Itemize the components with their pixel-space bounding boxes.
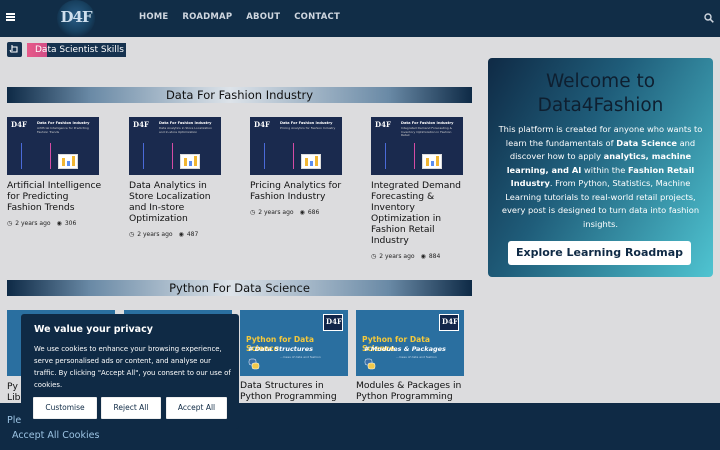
post-thumbnail[interactable]: D4F Data For Fashion Industry Artificial… xyxy=(7,117,99,175)
chart-illustration xyxy=(58,154,78,169)
cookie-bar-text: Ple xyxy=(7,415,22,426)
post-date: 2 years ago xyxy=(379,253,415,260)
post-card[interactable]: D4F Python for Data Science # Data Struc… xyxy=(240,310,348,402)
post-title[interactable]: Pricing Analytics for Fashion Industry xyxy=(250,180,345,202)
welcome-title: Welcome to Data4Fashion xyxy=(537,71,664,116)
thumb-title: Data For Fashion Industry xyxy=(280,121,333,125)
customise-button[interactable]: Customise xyxy=(33,397,97,419)
accept-all-button[interactable]: Accept All xyxy=(166,397,227,419)
post-date: 2 years ago xyxy=(137,231,173,238)
thumb-logo-box: D4F xyxy=(439,314,459,331)
clock-icon: ◷ xyxy=(7,220,13,227)
thumb-title: Data For Fashion Industry xyxy=(159,121,212,125)
post-views: 686 xyxy=(307,209,320,216)
eye-icon: ◉ xyxy=(299,209,305,216)
thumb-subtitle: # Data Structures xyxy=(248,345,314,353)
accept-all-cookies-link[interactable]: Accept All Cookies xyxy=(12,430,99,441)
post-meta: ◷ 2 years ago ◉ 686 xyxy=(250,209,345,216)
reject-all-button[interactable]: Reject All xyxy=(101,397,161,419)
top-navbar: D4F HOME ROADMAP ABOUT CONTACT xyxy=(0,0,720,37)
post-date: 2 years ago xyxy=(15,220,51,227)
post-card[interactable]: D4F Data For Fashion Industry Pricing An… xyxy=(250,117,345,216)
nav-link-contact[interactable]: CONTACT xyxy=(294,12,340,22)
people-illustration xyxy=(385,143,415,169)
logo-text: D4F xyxy=(60,8,92,26)
welcome-text-part: within the xyxy=(581,164,629,175)
section-title-fashion: Data For Fashion Industry xyxy=(7,87,472,103)
thumb-logo: D4F xyxy=(11,120,27,129)
post-card[interactable]: D4F Data For Fashion Industry Data Analy… xyxy=(129,117,224,238)
people-illustration xyxy=(264,143,294,169)
post-card[interactable]: D4F Python for Data Science # Modules & … xyxy=(356,310,464,402)
clock-icon: ◷ xyxy=(371,253,377,260)
python-logo-icon xyxy=(248,358,260,370)
explore-roadmap-button[interactable]: Explore Learning Roadmap xyxy=(508,241,691,265)
clock-icon: ◷ xyxy=(129,231,135,238)
thumb-logo: D4F xyxy=(442,317,458,326)
post-meta: ◷ 2 years ago ◉ 884 xyxy=(371,253,466,260)
consent-body: We use cookies to enhance your browsing … xyxy=(34,345,231,389)
thumb-logo: D4F xyxy=(375,120,391,129)
thumb-logo: D4F xyxy=(133,120,149,129)
thumb-logo: D4F xyxy=(326,317,342,326)
thumb-subtitle: Artificial Intelligence for Predicting F… xyxy=(37,126,89,134)
clock-icon: ◷ xyxy=(250,209,256,216)
post-date: 2 years ago xyxy=(258,209,294,216)
people-illustration xyxy=(143,143,173,169)
welcome-text: This platform is created for anyone who … xyxy=(498,123,703,231)
hamburger-menu-icon[interactable] xyxy=(6,13,15,21)
people-illustration xyxy=(21,143,51,169)
thumb-logo: D4F xyxy=(254,120,270,129)
thumb-subtitle: Pricing Analytics for Fashion Industry xyxy=(280,126,336,130)
nav-links: HOME ROADMAP ABOUT CONTACT xyxy=(139,12,354,22)
post-meta: ◷ 2 years ago ◉ 306 xyxy=(7,220,102,227)
search-icon[interactable] xyxy=(704,13,714,23)
thumb-subtitle: Integrated Demand Forecasting & Inventor… xyxy=(401,126,452,138)
skill-tag[interactable]: Data Scientist Skills xyxy=(27,43,126,57)
post-thumbnail[interactable]: D4F Data For Fashion Industry Data Analy… xyxy=(129,117,221,175)
thumb-tagline: ...mess of data and fashion xyxy=(396,355,437,359)
thumb-subtitle: # Modules & Packages xyxy=(364,345,446,353)
post-thumbnail[interactable]: D4F Data For Fashion Industry Integrated… xyxy=(371,117,463,175)
nav-link-home[interactable]: HOME xyxy=(139,12,168,22)
post-thumbnail[interactable]: D4F Python for Data Science # Data Struc… xyxy=(240,310,348,376)
post-meta: ◷ 2 years ago ◉ 487 xyxy=(129,231,224,238)
thumb-subtitle: Data Analytics in Store Localization and… xyxy=(159,126,213,134)
post-title[interactable]: Data Structures in Python Programming xyxy=(240,380,348,402)
thumb-tagline: ...mess of data and fashion xyxy=(280,355,321,359)
eye-icon: ◉ xyxy=(56,220,62,227)
chart-illustration xyxy=(422,154,442,169)
post-title[interactable]: Artificial Intelligence for Predicting F… xyxy=(7,180,102,213)
python-logo-icon xyxy=(364,358,376,370)
post-thumbnail[interactable]: D4F Python for Data Science # Modules & … xyxy=(356,310,464,376)
eye-icon: ◉ xyxy=(420,253,426,260)
cookie-consent-dialog: We value your privacy We use cookies to … xyxy=(21,314,239,429)
post-title[interactable]: Modules & Packages in Python Programming xyxy=(356,380,464,402)
welcome-panel: Welcome to Data4Fashion This platform is… xyxy=(488,58,713,277)
post-card[interactable]: D4F Data For Fashion Industry Integrated… xyxy=(371,117,466,260)
partial-title-line: Py xyxy=(7,381,18,392)
post-views: 884 xyxy=(428,253,441,260)
consent-title: We value your privacy xyxy=(34,324,153,335)
partial-title-line: Lib xyxy=(7,392,21,403)
post-views: 306 xyxy=(64,220,77,227)
eye-icon: ◉ xyxy=(178,231,184,238)
chart-illustration xyxy=(301,154,321,169)
welcome-bold: Data Science xyxy=(616,137,677,148)
chart-illustration xyxy=(180,154,200,169)
hand-pointer-icon[interactable] xyxy=(7,42,22,57)
site-logo[interactable]: D4F xyxy=(57,0,95,37)
nav-link-roadmap[interactable]: ROADMAP xyxy=(182,12,232,22)
nav-link-about[interactable]: ABOUT xyxy=(246,12,280,22)
post-card[interactable]: D4F Data For Fashion Industry Artificial… xyxy=(7,117,102,227)
section-title-python: Python For Data Science xyxy=(7,280,472,296)
thumb-logo-box: D4F xyxy=(323,314,343,331)
post-title[interactable]: Data Analytics in Store Localization and… xyxy=(129,180,224,224)
post-thumbnail[interactable]: D4F Data For Fashion Industry Pricing An… xyxy=(250,117,342,175)
thumb-title: Data For Fashion Industry xyxy=(401,121,454,125)
post-views: 487 xyxy=(186,231,199,238)
partial-title[interactable]: Py Lib xyxy=(7,381,21,403)
thumb-title: Data For Fashion Industry xyxy=(37,121,90,125)
post-title[interactable]: Integrated Demand Forecasting & Inventor… xyxy=(371,180,466,246)
